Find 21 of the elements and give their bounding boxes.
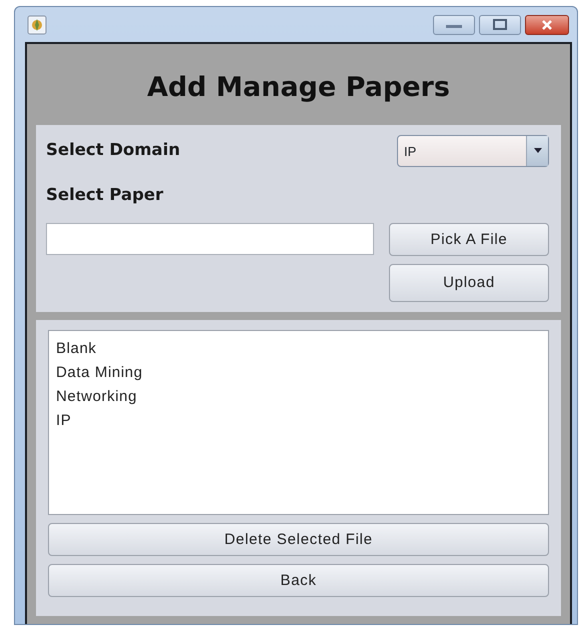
minimize-button[interactable] bbox=[433, 14, 475, 34]
dropdown-arrow-icon bbox=[534, 148, 542, 153]
domain-label: Select Domain bbox=[46, 139, 180, 162]
app-icon bbox=[27, 14, 47, 34]
papers-list[interactable]: Blank Data Mining Networking IP bbox=[48, 330, 549, 516]
close-button[interactable] bbox=[525, 14, 569, 34]
upload-button[interactable]: Upload bbox=[389, 264, 549, 302]
paper-label: Select Paper bbox=[46, 184, 164, 206]
list-item[interactable]: Blank bbox=[56, 337, 541, 362]
list-item[interactable]: Data Mining bbox=[56, 361, 541, 386]
list-item[interactable]: Networking bbox=[56, 385, 541, 410]
delete-selected-file-button[interactable]: Delete Selected File bbox=[48, 523, 549, 556]
domain-dropdown[interactable]: IP bbox=[397, 134, 549, 166]
close-icon bbox=[541, 18, 553, 30]
list-item[interactable]: IP bbox=[56, 409, 541, 434]
pick-file-button[interactable]: Pick A File bbox=[389, 223, 549, 256]
back-button[interactable]: Back bbox=[48, 564, 549, 598]
page-title: Add Manage Papers bbox=[146, 71, 451, 105]
maximize-icon bbox=[493, 19, 507, 30]
maximize-button[interactable] bbox=[479, 14, 521, 34]
file-path-field[interactable] bbox=[46, 223, 374, 256]
